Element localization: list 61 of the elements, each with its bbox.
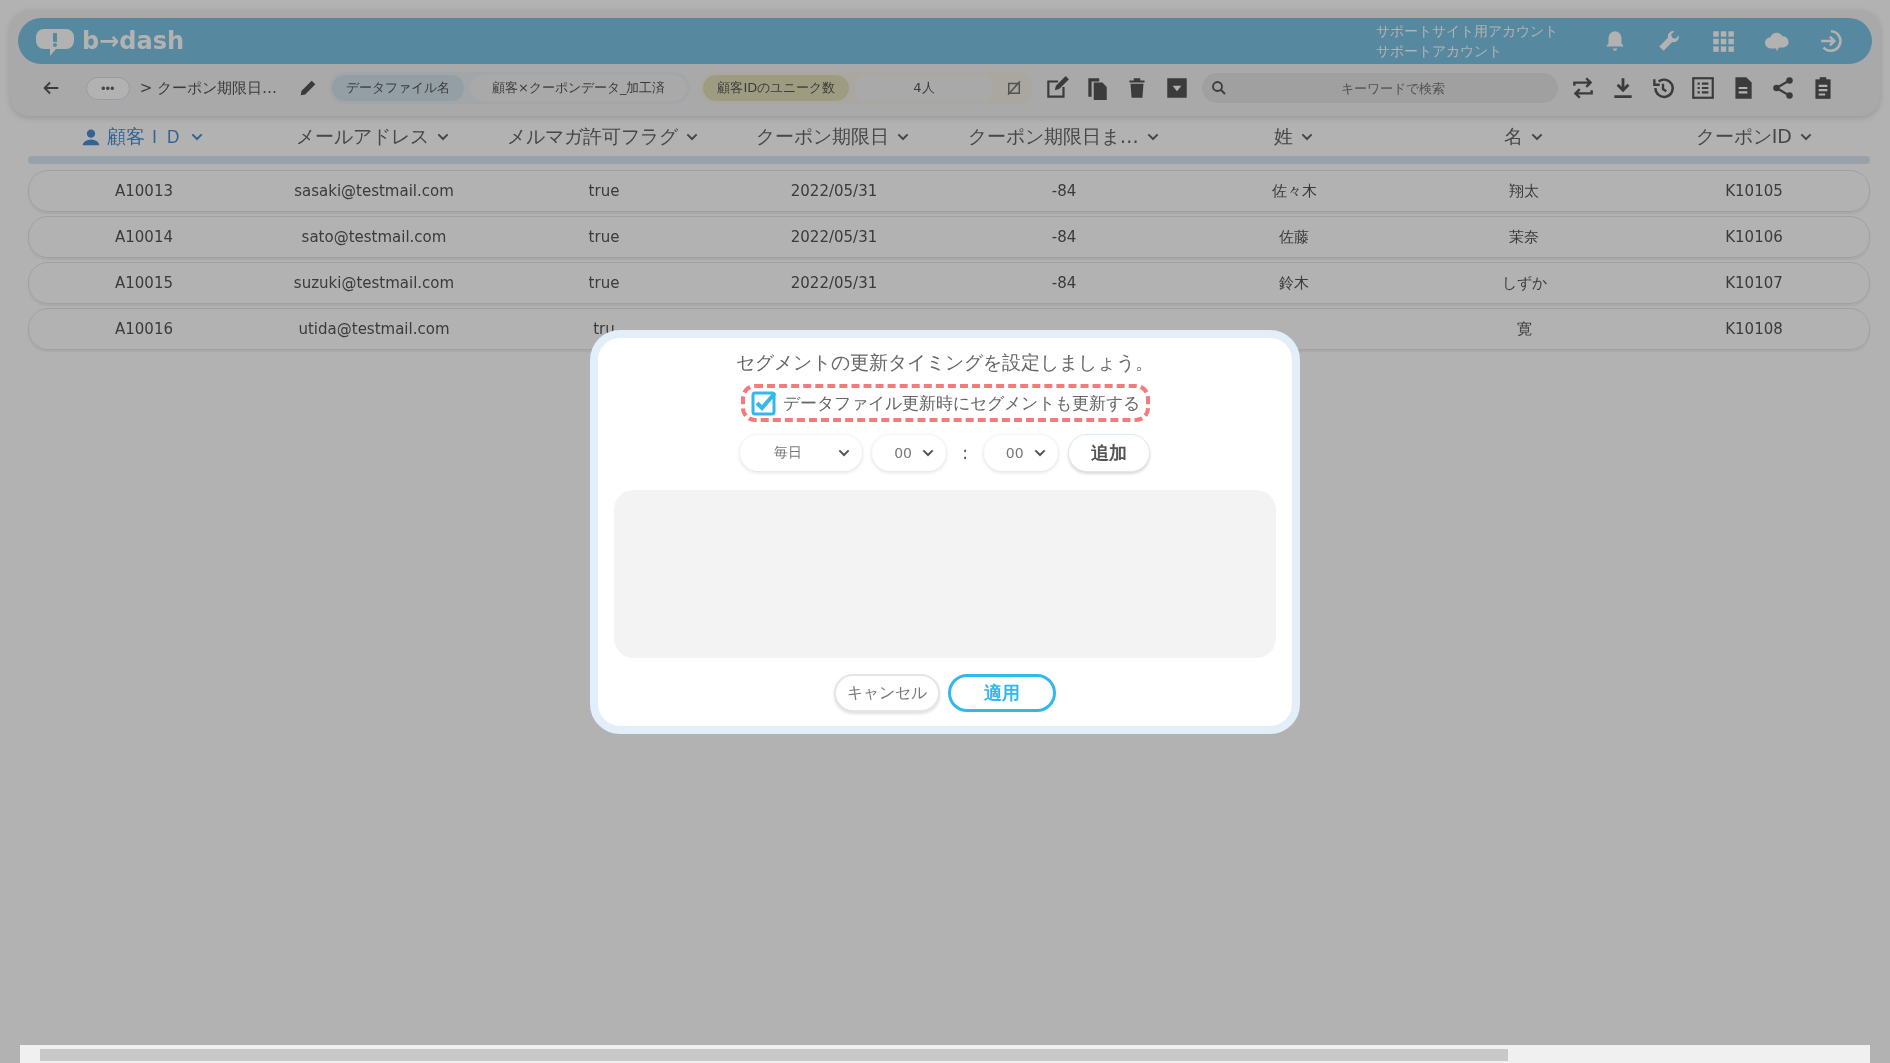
table-cell: sasaki@testmail.com	[294, 182, 454, 200]
table-cell: A10016	[115, 320, 173, 338]
table-cell: 茉奈	[1509, 227, 1539, 246]
more-button[interactable]: •••	[86, 76, 130, 100]
chip-label: 顧客IDのユニーク数	[703, 75, 850, 101]
table-cell: K10105	[1725, 182, 1783, 200]
column-header[interactable]: メルマガ許可フラグ	[507, 124, 701, 150]
logo: b→dash	[82, 27, 185, 55]
table-cell: -84	[1051, 228, 1077, 246]
table-cell: suzuki@testmail.com	[293, 274, 455, 292]
table-cell: 2022/05/31	[790, 274, 878, 292]
add-button[interactable]: 追加	[1067, 434, 1150, 472]
table-cell: A10013	[115, 182, 173, 200]
column-header[interactable]: 名	[1504, 124, 1546, 150]
checkbox-option[interactable]: データファイル更新時にセグメントも更新する	[750, 390, 1140, 416]
table-cell: A10014	[115, 228, 173, 246]
table-cell: true	[588, 274, 620, 292]
table-cell: K10107	[1725, 274, 1783, 292]
column-header[interactable]: クーポン期限日	[756, 124, 912, 150]
hour-select[interactable]: 00	[872, 435, 947, 471]
table-cell: 2022/05/31	[790, 182, 878, 200]
table-cell: 佐々木	[1271, 181, 1317, 200]
table-cell: 佐藤	[1279, 227, 1309, 246]
horizontal-scrollbar[interactable]	[20, 1045, 1870, 1063]
column-header[interactable]: クーポン期限日ま…	[967, 124, 1161, 150]
table-cell: -84	[1051, 274, 1077, 292]
table-cell: true	[588, 228, 620, 246]
chip-value: 4人	[855, 75, 993, 101]
table-cell: K10108	[1725, 320, 1783, 338]
cancel-button[interactable]: キャンセル	[834, 674, 940, 712]
table-cell: 寛	[1516, 319, 1532, 338]
table-cell: しずか	[1501, 273, 1547, 292]
minute-select[interactable]: 00	[983, 435, 1058, 471]
table-cell: A10015	[115, 274, 173, 292]
checkbox[interactable]	[750, 390, 777, 416]
account-name: サポートアカウント	[1376, 42, 1503, 61]
account-name: サポートサイト用アカウント	[1376, 22, 1558, 41]
table-cell: K10106	[1725, 228, 1783, 246]
table-cell: 2022/05/31	[790, 228, 878, 246]
table-cell: -84	[1051, 182, 1077, 200]
chip-label: データファイル名	[332, 75, 464, 101]
search-icon	[1209, 79, 1228, 97]
column-header[interactable]: 姓	[1273, 124, 1315, 150]
table-cell: 翔太	[1509, 181, 1539, 200]
dialog-title: セグメントの更新タイミングを設定しましょう。	[736, 350, 1154, 375]
table-row[interactable]: A10014 sato@testmail.com true 2022/05/31 -84 佐藤 茉奈 K10106	[28, 216, 1870, 258]
table-cell: true	[588, 182, 620, 200]
table-row[interactable]: A10013 sasaki@testmail.com true 2022/05/31 -84 佐々木 翔太 K10105	[28, 170, 1870, 212]
search-field[interactable]: キーワードで検索	[1201, 73, 1558, 103]
table-cell: sato@testmail.com	[301, 228, 447, 246]
list-icon[interactable]	[1689, 75, 1716, 101]
column-header[interactable]: メールアドレス	[295, 124, 451, 150]
chip-value: 顧客×クーポンデータ_加工済	[470, 75, 688, 101]
table-row[interactable]: A10015 suzuki@testmail.com true 2022/05/31 -84 鈴木 しずか K10107	[28, 262, 1870, 304]
table-cell: 鈴木	[1279, 273, 1309, 292]
table-cell: utida@testmail.com	[298, 320, 450, 338]
time-separator: :	[962, 443, 968, 463]
column-header[interactable]: クーポンID	[1695, 124, 1814, 150]
breadcrumb[interactable]: > クーポン期限日…	[139, 78, 277, 98]
frequency-select[interactable]: 毎日	[740, 435, 863, 471]
column-header[interactable]: 顧客ＩＤ	[81, 123, 206, 150]
